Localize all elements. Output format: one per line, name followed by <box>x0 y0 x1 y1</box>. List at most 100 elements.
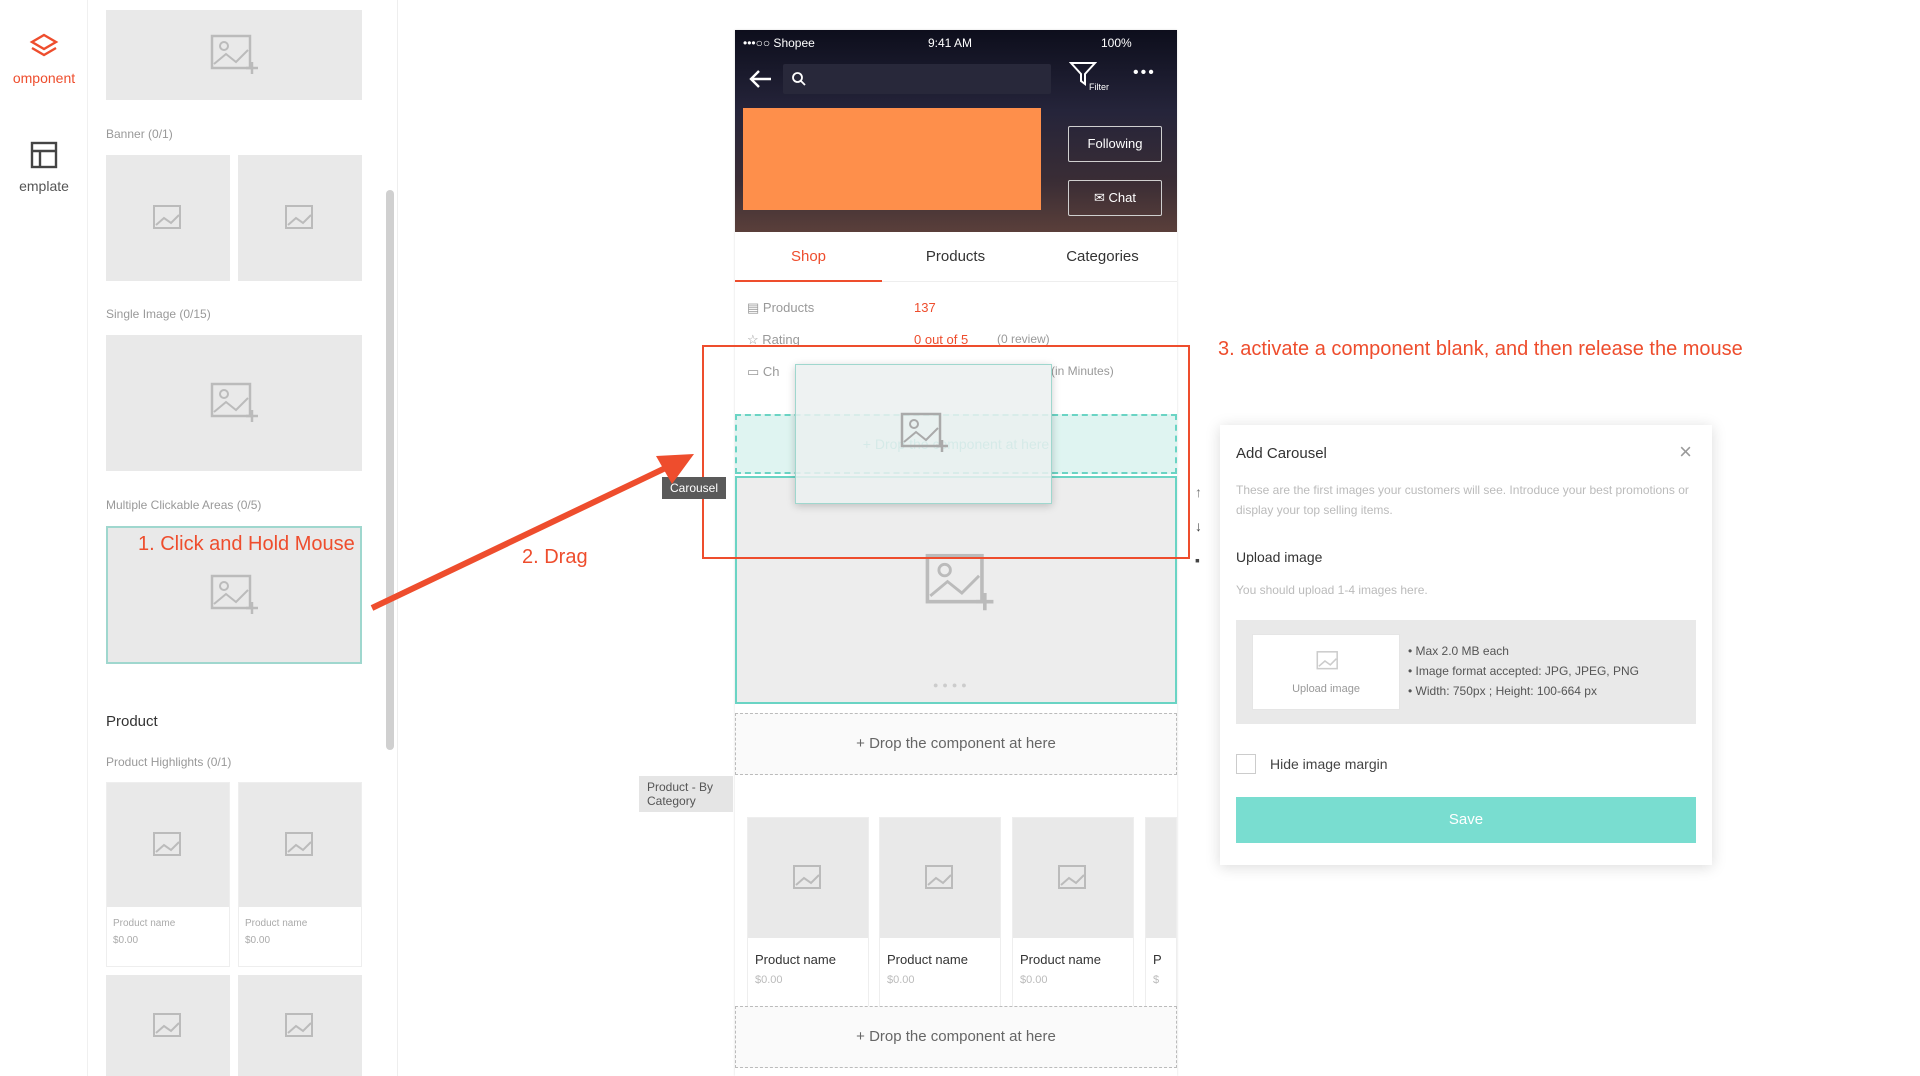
product-card[interactable]: Product name $0.00 <box>879 817 1001 1013</box>
filter-label: Filter <box>1089 82 1109 92</box>
image-plus-icon <box>210 382 258 422</box>
layers-icon <box>29 33 59 57</box>
shop-banner-placeholder <box>743 108 1041 210</box>
image-plus-icon <box>210 574 258 614</box>
carousel-dots[interactable]: ●●●● <box>933 680 971 690</box>
component-tile[interactable] <box>238 155 362 281</box>
search-icon <box>792 72 806 86</box>
product-card[interactable]: Product name $0.00 <box>747 817 869 1013</box>
hide-margin-checkbox[interactable] <box>1236 754 1256 774</box>
chat-icon: ✉ <box>1094 190 1109 205</box>
image-icon <box>793 865 821 889</box>
status-battery: 100% <box>1101 36 1132 50</box>
component-tile[interactable] <box>106 975 230 1076</box>
store-icon: ▤ <box>747 300 763 315</box>
product-section-title: Product <box>106 713 158 730</box>
annotation-step2: 2. Drag <box>522 546 588 568</box>
product-price: $ <box>1153 974 1160 986</box>
tab-shop[interactable]: Shop <box>735 232 882 282</box>
following-button[interactable]: Following <box>1068 126 1162 162</box>
image-plus-icon <box>925 553 994 611</box>
add-carousel-dialog: Add Carousel × These are the first image… <box>1220 425 1712 865</box>
product-card[interactable]: P $ <box>1145 817 1177 1013</box>
product-price: $0.00 <box>887 974 915 986</box>
product-tile-image <box>239 783 361 907</box>
search-bar[interactable] <box>783 64 1051 94</box>
image-plus-icon <box>210 34 258 74</box>
product-tile-price: $0.00 <box>113 935 139 946</box>
shop-tabs: Shop Products Categories <box>735 232 1177 282</box>
drag-arrow <box>370 454 694 611</box>
status-carrier: •••○○ Shopee <box>743 36 815 50</box>
product-card[interactable]: Product name $0.00 <box>1012 817 1134 1013</box>
rail-item-component[interactable]: omponent <box>0 30 88 86</box>
move-down-icon[interactable]: ↓ <box>1195 518 1202 534</box>
image-icon <box>285 832 313 856</box>
upload-button-label: Upload image <box>1292 683 1360 695</box>
component-tile[interactable] <box>106 10 362 100</box>
back-arrow-icon[interactable] <box>747 68 773 90</box>
drop-zone-text: Drop the component at here <box>869 1028 1056 1045</box>
drop-zone[interactable]: + Drop the component at here <box>735 713 1177 775</box>
component-tile[interactable] <box>238 975 362 1076</box>
chat-button[interactable]: ✉ Chat <box>1068 180 1162 216</box>
product-price: $0.00 <box>755 974 783 986</box>
image-icon <box>153 1012 181 1037</box>
more-icon[interactable]: ••• <box>1133 64 1156 82</box>
annotation-step1: 1. Click and Hold Mouse <box>138 533 355 555</box>
highlight-box <box>702 345 1190 559</box>
product-tile[interactable]: Product name $0.00 <box>238 782 362 967</box>
drop-zone-text: Drop the component at here <box>869 735 1056 752</box>
left-rail: omponent emplate <box>0 0 88 1076</box>
info-products-row: ▤ Products <box>747 300 814 316</box>
image-icon <box>925 865 953 889</box>
trash-icon[interactable]: ▪ <box>1195 552 1200 568</box>
rail-item-label: omponent <box>12 70 76 86</box>
rail-item-label: emplate <box>19 178 69 194</box>
requirement-item: • Max 2.0 MB each <box>1408 644 1509 658</box>
filter-button[interactable]: Filter <box>1068 60 1113 96</box>
close-icon[interactable]: × <box>1679 439 1692 465</box>
product-name: Product name <box>887 952 968 967</box>
component-tile[interactable] <box>106 155 230 281</box>
banner-label: Banner (0/1) <box>106 127 173 141</box>
save-button[interactable]: Save <box>1236 797 1696 843</box>
component-tile[interactable] <box>106 335 362 471</box>
product-tile-name: Product name <box>245 918 308 929</box>
hide-margin-label: Hide image margin <box>1270 756 1388 772</box>
product-tile[interactable]: Product name $0.00 <box>106 782 230 967</box>
tab-products[interactable]: Products <box>882 232 1029 282</box>
info-products-label: Products <box>762 300 815 315</box>
upload-image-button[interactable]: Upload image <box>1252 634 1400 710</box>
product-name: P <box>1153 952 1162 967</box>
image-icon <box>1058 865 1086 889</box>
template-icon <box>30 141 58 169</box>
dialog-title: Add Carousel <box>1236 445 1327 462</box>
product-by-category-tag: Product - By Category <box>639 776 733 812</box>
upload-title: Upload image <box>1236 549 1323 565</box>
info-rating-reviews: (0 review) <box>997 332 1050 346</box>
product-tile-name: Product name <box>113 918 176 929</box>
product-price: $0.00 <box>1020 974 1048 986</box>
product-image <box>880 818 1000 938</box>
requirement-item: • Image format accepted: JPG, JPEG, PNG <box>1408 664 1639 678</box>
product-name: Product name <box>755 952 836 967</box>
image-icon <box>153 832 181 856</box>
annotation-step3: 3. activate a component blank, and then … <box>1218 338 1743 360</box>
move-up-icon[interactable]: ↑ <box>1195 484 1202 500</box>
product-tile-price: $0.00 <box>245 935 271 946</box>
product-highlights-label: Product Highlights (0/1) <box>106 755 232 769</box>
single-image-label: Single Image (0/15) <box>106 307 211 321</box>
plus-icon: + <box>856 735 870 752</box>
shop-header: •••○○ Shopee 9:41 AM 100% Filter ••• Fol… <box>735 30 1177 232</box>
status-time: 9:41 AM <box>928 36 973 50</box>
drop-zone[interactable]: + Drop the component at here <box>735 1006 1177 1068</box>
rail-item-template[interactable]: emplate <box>0 138 88 194</box>
product-image <box>1146 818 1176 938</box>
tab-categories[interactable]: Categories <box>1029 232 1176 282</box>
image-icon <box>285 1012 313 1037</box>
upload-area: Upload image • Max 2.0 MB each • Image f… <box>1236 620 1696 724</box>
requirement-item: • Width: 750px ; Height: 100-664 px <box>1408 684 1597 698</box>
clickable-areas-label: Multiple Clickable Areas (0/5) <box>106 498 262 512</box>
product-image <box>748 818 868 938</box>
